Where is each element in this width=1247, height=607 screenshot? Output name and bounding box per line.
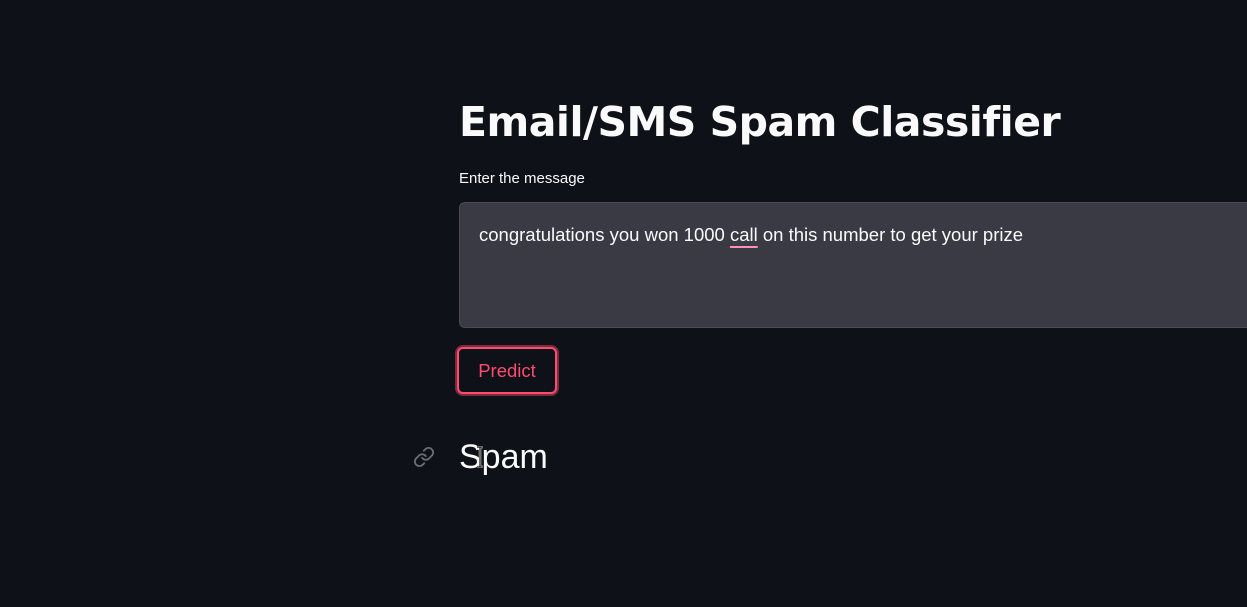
spellcheck-flagged-word: call (729, 224, 758, 245)
message-text-after: on this number to get your prize (757, 224, 1024, 245)
message-input-label: Enter the message (459, 170, 585, 187)
app-root: Email/SMS Spam Classifier Enter the mess… (0, 0, 1247, 607)
page-title: Email/SMS Spam Classifier (459, 98, 1061, 146)
main-content: Email/SMS Spam Classifier Enter the mess… (413, 92, 1247, 476)
prediction-result-label: Spam (459, 437, 548, 476)
predict-button[interactable]: Predict (457, 347, 557, 394)
prediction-result: Spam (459, 438, 548, 477)
message-text: congratulations you won 1000 call on thi… (479, 223, 1023, 247)
text-cursor-icon (477, 445, 483, 468)
message-textarea[interactable]: congratulations you won 1000 call on thi… (459, 202, 1247, 328)
message-text-before: congratulations you won 1000 (479, 224, 730, 245)
result-header: Spam (413, 432, 548, 482)
link-icon[interactable] (413, 446, 435, 468)
